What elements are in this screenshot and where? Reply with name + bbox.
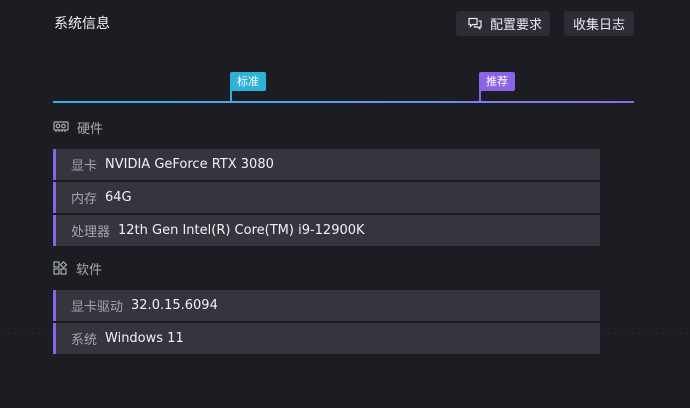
tier-track — [53, 101, 634, 103]
requirements-button[interactable]: 配置要求 — [456, 11, 550, 36]
row-value: 64G — [105, 190, 132, 205]
collect-logs-button-label: 收集日志 — [572, 18, 625, 33]
hardware-row-cpu: 处理器 12th Gen Intel(R) Core(TM) i9-12900K — [53, 215, 600, 246]
hardware-heading-label: 硬件 — [77, 121, 104, 137]
row-value: Windows 11 — [105, 331, 184, 346]
row-value: NVIDIA GeForce RTX 3080 — [105, 157, 274, 172]
page-title: 系统信息 — [54, 16, 110, 32]
system-info-panel: 系统信息 配置要求 收集日志 标准 推荐 硬件 显卡 NVIDIA GeForc… — [0, 0, 690, 408]
row-value: 32.0.15.6094 — [131, 298, 218, 313]
software-row-driver: 显卡驱动 32.0.15.6094 — [53, 290, 600, 321]
gpu-card-icon — [53, 121, 69, 133]
row-value: 12th Gen Intel(R) Core(TM) i9-12900K — [118, 223, 365, 238]
row-label: 显卡 — [71, 159, 98, 174]
chat-bubbles-icon — [468, 17, 482, 30]
row-label: 系统 — [71, 333, 98, 348]
collect-logs-button[interactable]: 收集日志 — [564, 11, 634, 36]
standard-tier-flag: 标准 — [230, 72, 266, 91]
software-heading-label: 软件 — [76, 262, 103, 278]
hardware-row-gpu: 显卡 NVIDIA GeForce RTX 3080 — [53, 149, 600, 180]
software-section-heading: 软件 — [53, 259, 103, 278]
row-label: 内存 — [71, 192, 98, 207]
software-row-os: 系统 Windows 11 — [53, 323, 600, 354]
requirements-button-label: 配置要求 — [489, 18, 542, 33]
hardware-section-heading: 硬件 — [53, 118, 104, 137]
recommended-tier-flag: 推荐 — [479, 72, 515, 91]
row-label: 显卡驱动 — [71, 300, 124, 315]
hardware-row-memory: 内存 64G — [53, 182, 600, 213]
apps-grid-icon — [53, 261, 68, 275]
row-label: 处理器 — [71, 225, 111, 240]
